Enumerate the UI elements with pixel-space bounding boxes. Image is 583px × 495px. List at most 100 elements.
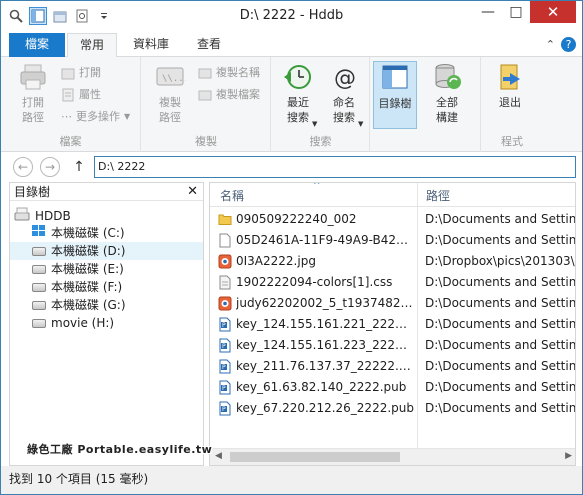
title-bar: D:\ 2222 - Hddb — □ ✕ bbox=[1, 1, 582, 33]
copy-path-button[interactable]: \\... 複製 路徑 bbox=[148, 61, 192, 125]
file-name: key_211.76.137.37_22222.pub bbox=[236, 359, 414, 373]
tree-item-drive[interactable]: 本機磁碟 (G:) bbox=[32, 296, 126, 314]
svg-text:P: P bbox=[222, 364, 226, 371]
minimize-button[interactable]: — bbox=[474, 1, 502, 23]
properties-button[interactable]: 屬性 bbox=[61, 85, 101, 105]
group-file: 打開 路徑 打開 屬性 ⋯ 更多操作 ▼ 檔案 bbox=[1, 57, 141, 152]
copy-name-button[interactable]: 複製名稱 bbox=[198, 63, 260, 83]
svg-text:P: P bbox=[222, 385, 226, 392]
windows-drive-icon bbox=[32, 224, 46, 242]
close-panel-icon[interactable]: ✕ bbox=[187, 183, 198, 201]
file-path: D:\Documents and Settings bbox=[425, 212, 576, 226]
file-row[interactable]: judy62202002_5_t193748222... D:\Documents… bbox=[210, 293, 576, 314]
image-file-icon bbox=[218, 296, 232, 311]
maximize-button[interactable]: □ bbox=[502, 1, 530, 23]
address-input[interactable]: D:\ 2222 bbox=[94, 156, 576, 178]
pub-file-icon: P bbox=[218, 380, 232, 395]
svg-text:P: P bbox=[222, 406, 226, 413]
image-file-icon bbox=[218, 254, 232, 269]
sort-ascending-icon: ^ bbox=[313, 182, 321, 191]
tree-item-drive[interactable]: movie (H:) bbox=[32, 314, 114, 332]
tree-item-drive[interactable]: 本機磁碟 (F:) bbox=[32, 278, 122, 296]
scroll-right-icon[interactable]: ▶ bbox=[565, 451, 572, 461]
back-button[interactable]: ← bbox=[13, 157, 33, 177]
file-path: D:\Documents and Settings bbox=[425, 296, 576, 310]
more-ops-button[interactable]: ⋯ 更多操作 ▼ bbox=[61, 107, 130, 127]
file-name: 0I3A2222.jpg bbox=[236, 254, 316, 268]
file-path: D:\Documents and Settings bbox=[425, 317, 576, 331]
ellipsis-icon: ⋯ bbox=[61, 110, 72, 123]
tree-item-root[interactable]: HDDB bbox=[14, 207, 71, 225]
file-path: D:\Documents and Settings bbox=[425, 338, 576, 352]
name-search-button[interactable]: @ 命名 搜索 ▼ bbox=[322, 61, 366, 128]
clock-arrow-icon bbox=[282, 61, 314, 93]
tab-library[interactable]: 資料庫 bbox=[121, 33, 181, 57]
horizontal-scrollbar[interactable]: ◀ ▶ bbox=[210, 448, 575, 465]
recent-search-button[interactable]: 最近 搜索 ▼ bbox=[276, 61, 320, 128]
computer-icon bbox=[14, 207, 30, 226]
ribbon-tabs: 檔案 常用 資料庫 查看 ⌃ ? bbox=[1, 33, 582, 58]
exit-button[interactable]: 退出 bbox=[488, 61, 532, 110]
file-row[interactable]: 05D2461A-11F9-49A9-B425-... D:\Documents … bbox=[210, 230, 575, 251]
dir-tree-button[interactable]: 目錄樹 bbox=[373, 61, 417, 129]
svg-text:P: P bbox=[222, 322, 226, 329]
file-row[interactable]: 0I3A2222.jpg D:\Dropbox\pics\201303\ bbox=[210, 251, 575, 272]
tab-view[interactable]: 查看 bbox=[185, 33, 233, 57]
drive-icon bbox=[32, 264, 46, 274]
svg-text:P: P bbox=[222, 343, 226, 350]
scroll-left-icon[interactable]: ◀ bbox=[215, 451, 222, 461]
app-window: D:\ 2222 - Hddb — □ ✕ 檔案 常用 資料庫 查看 ⌃ ? 打… bbox=[0, 0, 583, 495]
folder-file-icon bbox=[218, 212, 232, 227]
dropdown-arrow-icon: ▼ bbox=[312, 120, 318, 128]
tree-item-drive[interactable]: 本機磁碟 (D:) bbox=[10, 242, 203, 260]
tree-header: 目錄樹 ✕ bbox=[10, 183, 203, 201]
properties-icon bbox=[61, 88, 75, 102]
svg-text:\\...: \\... bbox=[162, 74, 186, 84]
tab-home[interactable]: 常用 bbox=[67, 33, 118, 58]
drive-icon bbox=[32, 282, 46, 292]
watermark: 綠色工廠 Portable.easylife.tw bbox=[27, 443, 213, 456]
pub-file-icon: P bbox=[218, 359, 232, 374]
copy-file-button[interactable]: 複製檔案 bbox=[198, 85, 260, 105]
rebuild-all-button[interactable]: 全部 構建 bbox=[425, 61, 469, 125]
copy-file-icon bbox=[198, 88, 212, 102]
file-row[interactable]: 090509222240_002 D:\Documents and Setting… bbox=[210, 209, 576, 230]
column-header: 名稱 ^ 路徑 bbox=[210, 182, 575, 207]
file-name: key_67.220.212.26_2222.pub bbox=[236, 401, 414, 415]
tree-panel-icon bbox=[379, 62, 411, 94]
file-row[interactable]: Pkey_61.63.82.140_2222.pub D:\Documents a… bbox=[210, 377, 575, 398]
file-row[interactable]: Pkey_124.155.161.221_2222.pub D:\Document… bbox=[210, 314, 576, 335]
file-name: key_61.63.82.140_2222.pub bbox=[236, 380, 407, 394]
window-controls: — □ ✕ bbox=[474, 1, 576, 23]
close-button[interactable]: ✕ bbox=[530, 1, 576, 23]
ribbon: 打開 路徑 打開 屬性 ⋯ 更多操作 ▼ 檔案 \\... bbox=[1, 57, 582, 152]
drive-icon bbox=[32, 300, 46, 310]
exit-door-icon bbox=[494, 61, 526, 93]
file-name: key_124.155.161.221_2222.pub bbox=[236, 317, 414, 331]
pub-file-icon: P bbox=[218, 338, 232, 353]
file-row[interactable]: 1902222094-colors[1].css D:\Documents and… bbox=[210, 272, 575, 293]
column-name-header[interactable]: 名稱 bbox=[220, 187, 244, 204]
drive-icon bbox=[32, 318, 46, 328]
forward-button[interactable]: → bbox=[40, 157, 60, 177]
tab-file[interactable]: 檔案 bbox=[9, 33, 65, 57]
at-sign-icon: @ bbox=[328, 61, 360, 93]
file-row[interactable]: Pkey_211.76.137.37_22222.pub D:\Documents… bbox=[210, 356, 576, 377]
file-row[interactable]: Pkey_67.220.212.26_2222.pub D:\Documents … bbox=[210, 398, 575, 419]
file-row[interactable]: Pkey_124.155.161.223_2222.pub D:\Document… bbox=[210, 335, 576, 356]
tree-item-drive[interactable]: 本機磁碟 (E:) bbox=[32, 260, 124, 278]
up-button[interactable]: ↑ bbox=[70, 157, 88, 177]
open-icon bbox=[61, 66, 75, 80]
file-path: D:\Documents and Settings bbox=[425, 359, 576, 373]
column-path-header[interactable]: 路徑 bbox=[426, 187, 450, 204]
help-icon[interactable]: ? bbox=[561, 37, 576, 52]
printer-icon bbox=[17, 61, 49, 93]
open-button[interactable]: 打開 bbox=[61, 63, 101, 83]
scroll-thumb[interactable] bbox=[230, 452, 400, 462]
tree-item-drive[interactable]: 本機磁碟 (C:) bbox=[32, 224, 125, 242]
dropdown-arrow-icon: ▼ bbox=[358, 120, 364, 128]
open-path-button[interactable]: 打開 路徑 bbox=[11, 61, 55, 125]
address-bar: ← → ↑ D:\ 2222 bbox=[1, 152, 582, 182]
collapse-ribbon-icon[interactable]: ⌃ bbox=[546, 38, 555, 51]
dropdown-arrow-icon: ▼ bbox=[124, 112, 131, 121]
